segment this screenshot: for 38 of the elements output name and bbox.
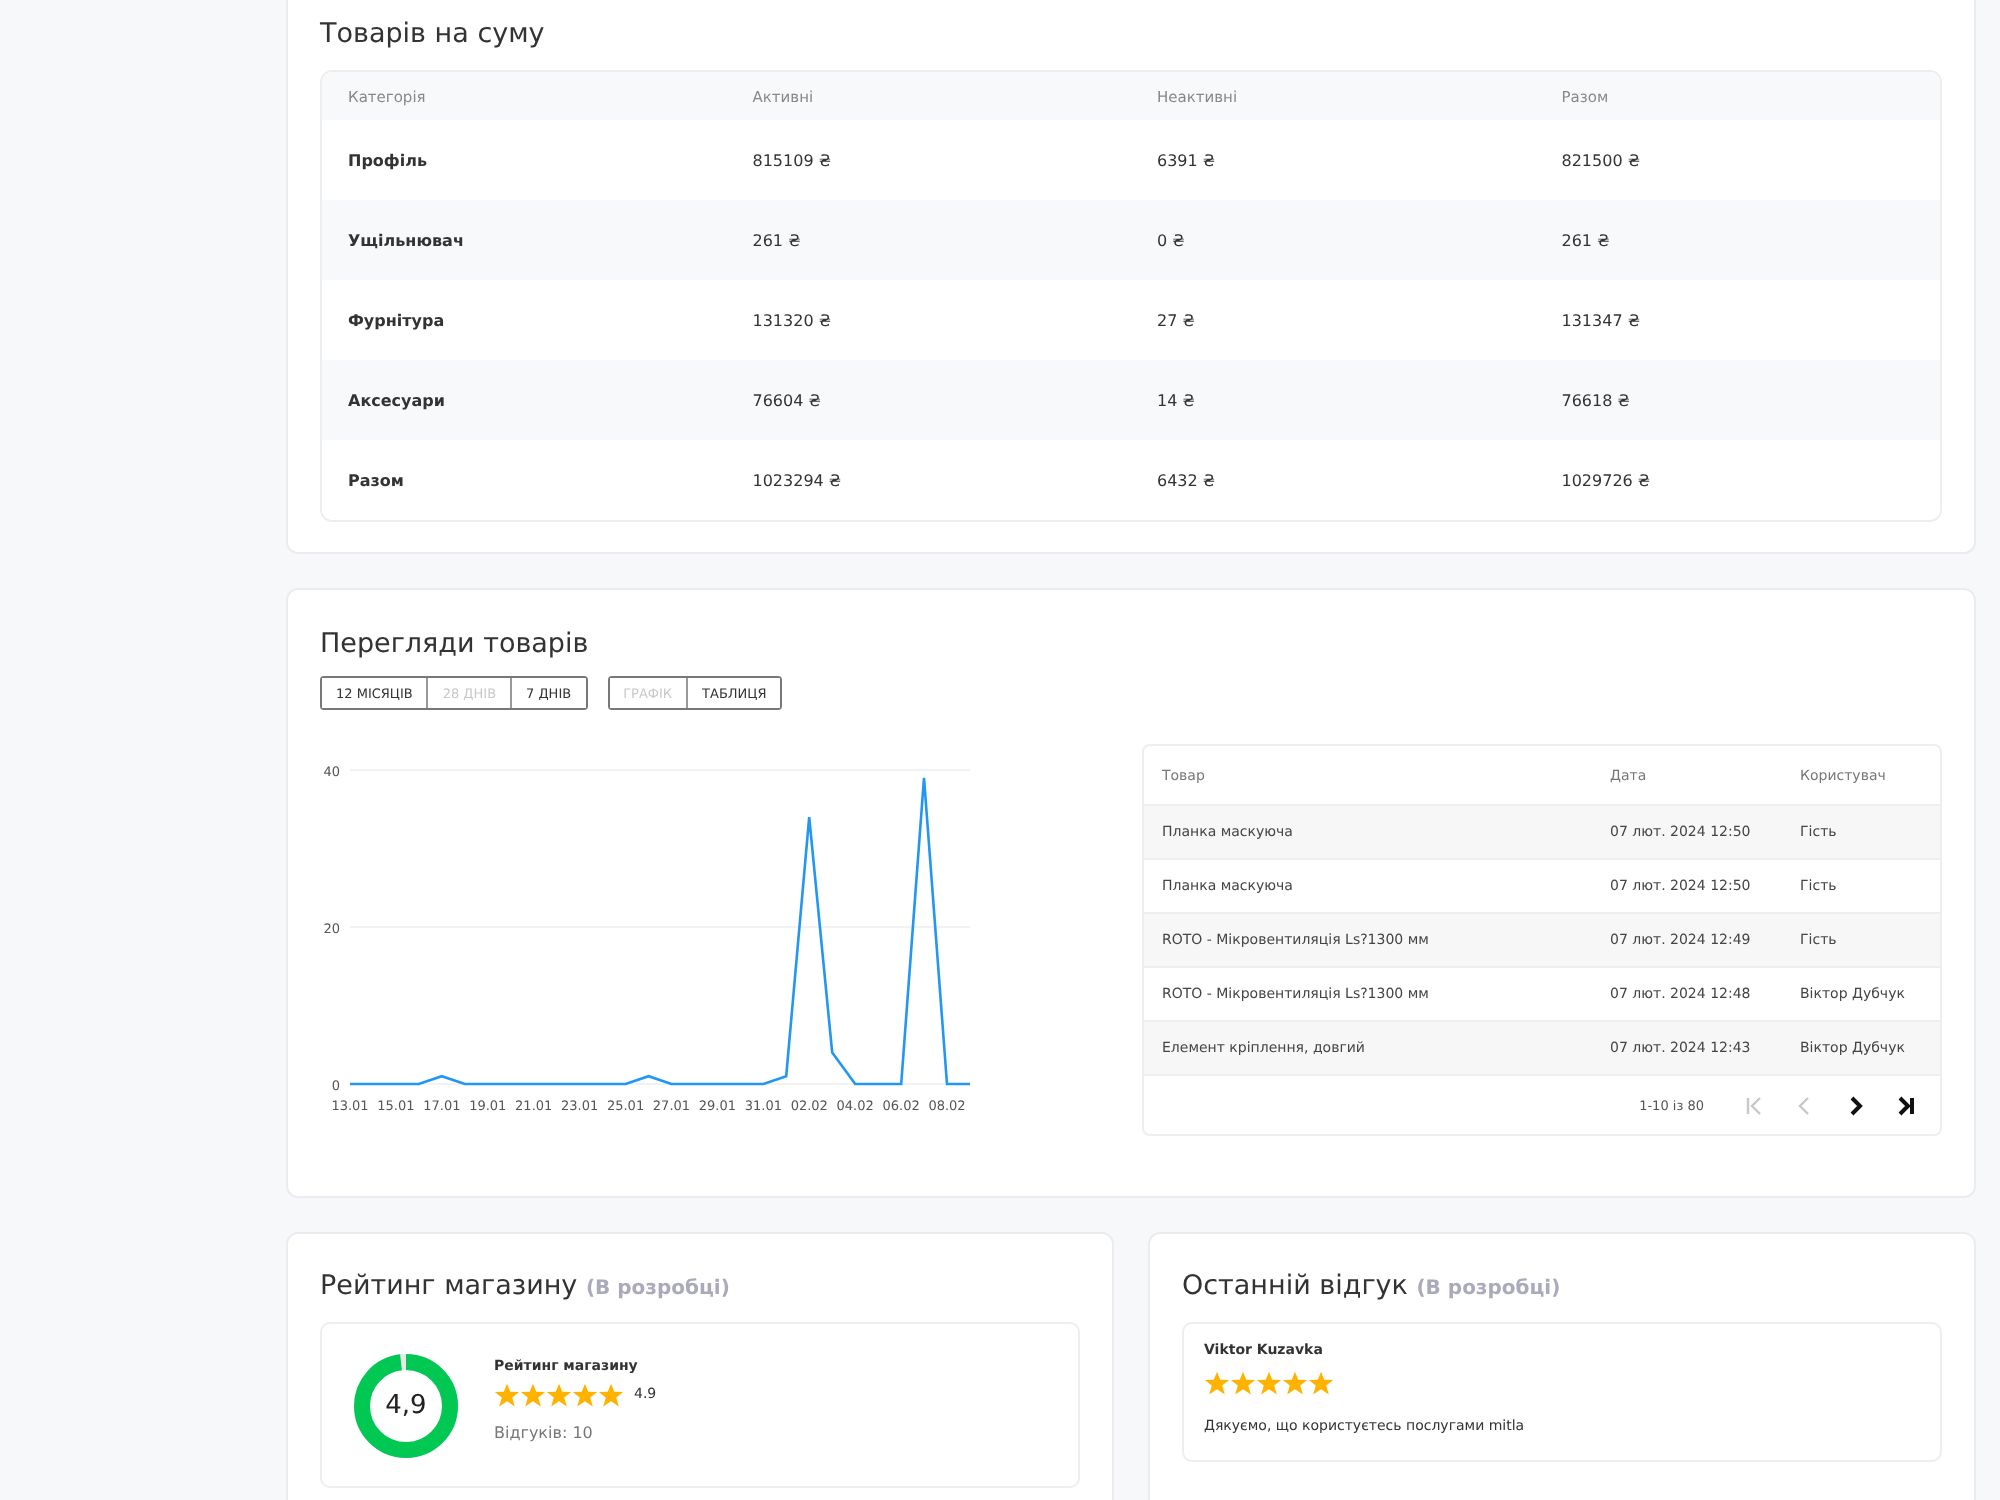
star-icon — [598, 1381, 624, 1407]
card-title: Товарів на суму — [320, 18, 547, 50]
star-icon — [1308, 1370, 1334, 1396]
star-icon — [572, 1381, 598, 1407]
star-icon — [1282, 1370, 1308, 1396]
card-title: Перегляди товарів — [320, 628, 591, 660]
status-note: (В розробці) — [1416, 1278, 1561, 1300]
rating-score: 4,9 — [385, 1390, 427, 1420]
table-cell-text: Профіль — [346, 151, 430, 169]
card-title: Останній відгук — [1182, 1270, 1408, 1302]
table-cell-text: 27 ₴ — [1155, 311, 1197, 329]
table-cell-text: Фурнітура — [346, 311, 447, 329]
table-cell-text: Разом — [346, 471, 406, 489]
table-cell-text: 131347 ₴ — [1559, 311, 1643, 329]
star-icon — [1204, 1370, 1230, 1396]
table-cell-text: Аксесуари — [346, 391, 447, 409]
star-icon — [546, 1381, 572, 1407]
table-cell-text: 815109 ₴ — [750, 151, 834, 169]
table-cell-text: 821500 ₴ — [1559, 151, 1643, 169]
table-cell-text: 6432 ₴ — [1155, 471, 1218, 489]
review-count: Відгуків: 10 — [494, 1423, 595, 1441]
table-cell-text: 76604 ₴ — [750, 391, 823, 409]
star-icon — [1230, 1370, 1256, 1396]
table-cell-text: 14 ₴ — [1155, 391, 1197, 409]
star-icon — [494, 1381, 520, 1407]
table-cell-text: Ущільнювач — [346, 231, 466, 249]
table-cell-text: 261 ₴ — [1559, 231, 1612, 249]
star-icon — [1256, 1370, 1282, 1396]
table-cell-text: 261 ₴ — [750, 231, 803, 249]
table-cell-text: 131320 ₴ — [750, 311, 834, 329]
star-icon — [520, 1381, 546, 1407]
table-cell-text: 1023294 ₴ — [750, 471, 844, 489]
table-cell-text: 1029726 ₴ — [1559, 471, 1653, 489]
table-cell-text: 76618 ₴ — [1559, 391, 1632, 409]
status-note: (В розробці) — [585, 1278, 730, 1300]
table-cell-text: 6391 ₴ — [1155, 151, 1218, 169]
table-cell-text: 0 ₴ — [1155, 231, 1187, 249]
card-title: Рейтинг магазину — [320, 1270, 578, 1302]
